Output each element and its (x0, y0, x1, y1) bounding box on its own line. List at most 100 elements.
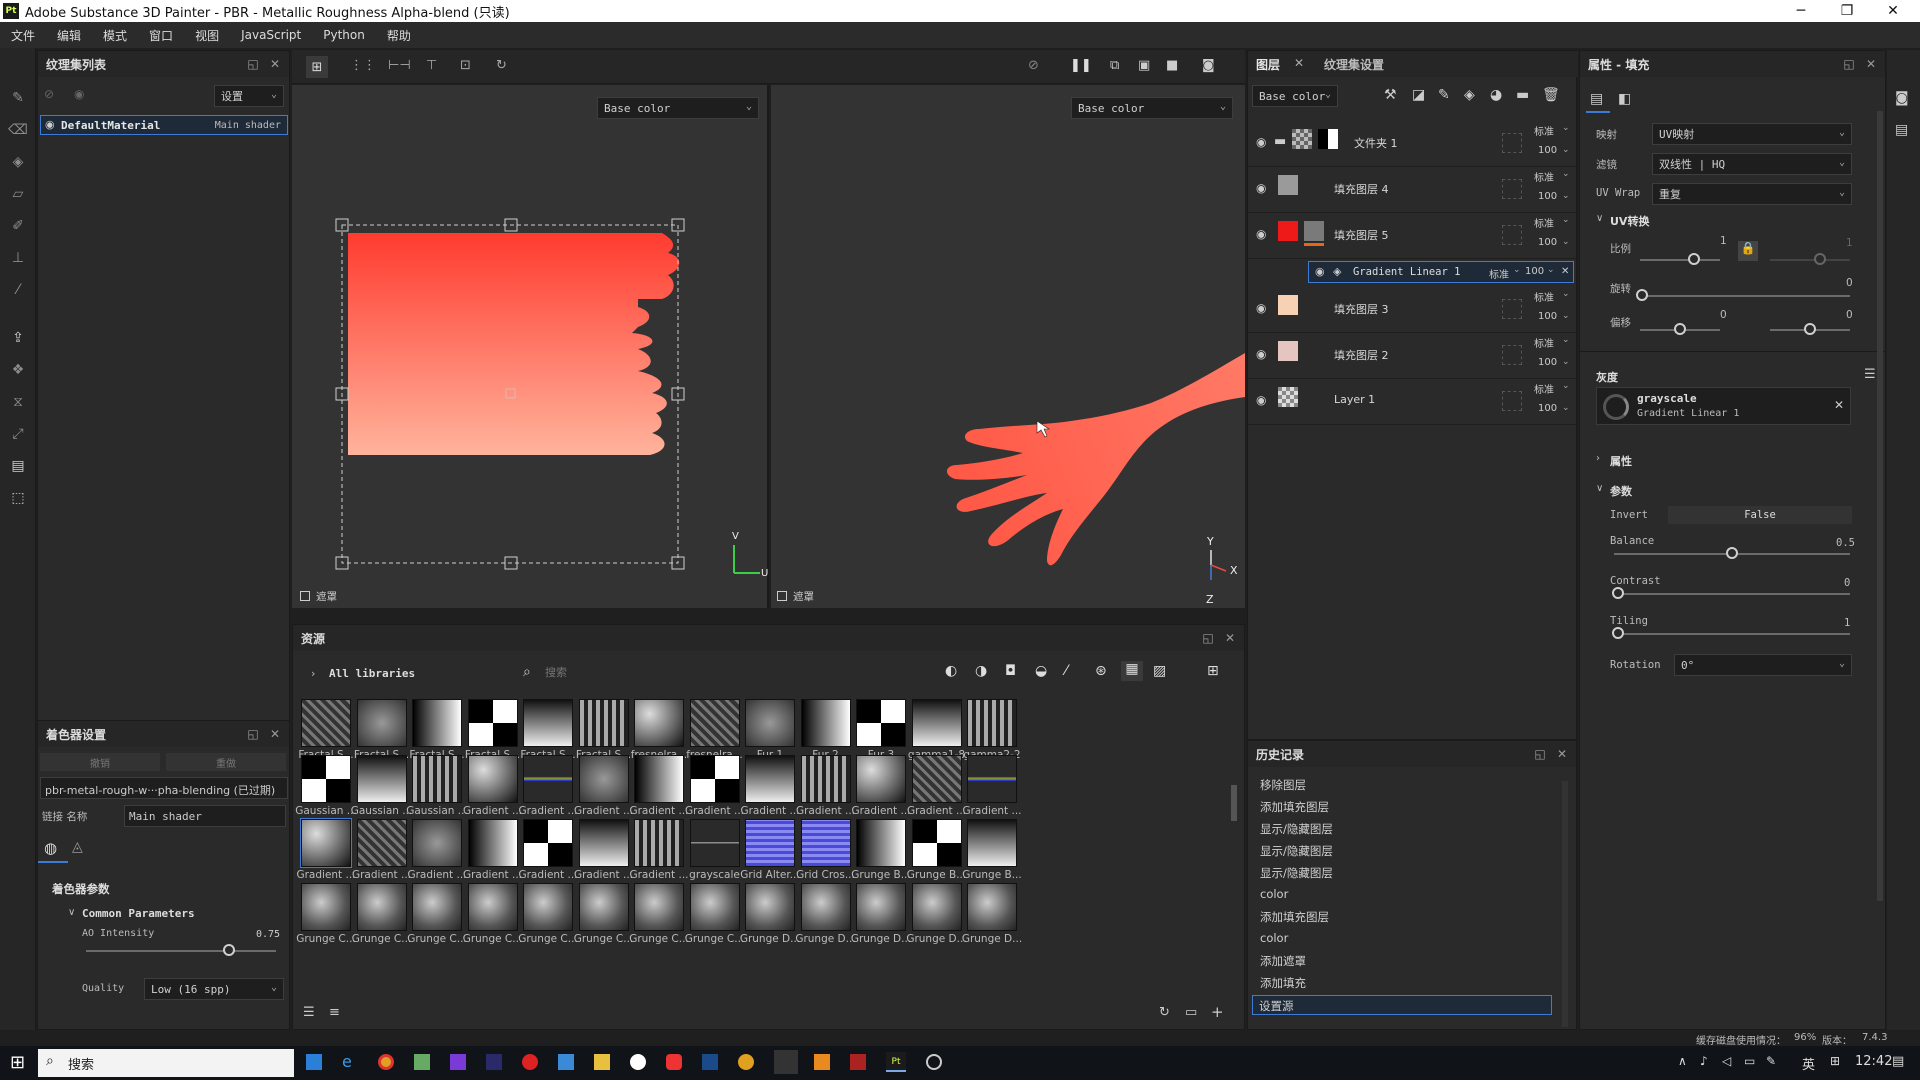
display-settings-icon[interactable]: ◙ (1895, 90, 1909, 106)
asset-thumbnail[interactable] (578, 819, 629, 867)
app-icon[interactable] (486, 1054, 502, 1070)
asset-thumbnail[interactable] (301, 883, 351, 931)
shader-name-input[interactable]: Main shader (124, 805, 286, 827)
library-selector[interactable]: All libraries (329, 667, 415, 680)
history-item[interactable]: 显示/隐藏图层 (1260, 843, 1333, 859)
grayscale-source-slot[interactable]: grayscale Gradient Linear 1 ✕ (1596, 387, 1851, 425)
blend-mode[interactable]: 标准 (1534, 381, 1554, 396)
history-item[interactable]: 添加填充图层 (1260, 799, 1329, 815)
history-item[interactable]: 移除图层 (1260, 777, 1306, 793)
invert-toggle[interactable]: False (1668, 506, 1852, 524)
asset-thumbnail[interactable] (412, 699, 462, 747)
blend-mode[interactable]: 标准 (1489, 266, 1509, 281)
history-item[interactable]: color (1260, 931, 1288, 945)
volume-icon[interactable]: ◁ (1722, 1054, 1731, 1068)
uv-transform-group[interactable]: UV转换 (1610, 213, 1649, 229)
asset-thumbnail[interactable] (523, 883, 573, 931)
uvwrap-dropdown[interactable]: 重复 ⌄ (1652, 183, 1852, 205)
remove-effect-icon[interactable]: ✕ (1561, 266, 1569, 277)
app-icon[interactable] (414, 1054, 430, 1070)
chevron-down-icon[interactable]: ⌄ (1562, 215, 1570, 225)
asset-thumbnail[interactable] (356, 819, 407, 867)
asset-thumbnail[interactable] (967, 699, 1017, 747)
asset-thumbnail[interactable] (301, 699, 351, 747)
asset-thumbnail[interactable] (911, 755, 962, 803)
filter-alpha-icon[interactable]: ⊛ (1095, 663, 1107, 679)
asset-thumbnail[interactable] (356, 699, 407, 747)
float-panel-icon[interactable]: ◱ (1841, 56, 1857, 72)
asset-thumbnail[interactable] (634, 699, 684, 747)
layer-channel-dropdown[interactable]: Base color ⌄ (1252, 85, 1338, 107)
ao-intensity-slider[interactable] (222, 944, 235, 956)
layer-name[interactable]: 填充图层 5 (1334, 227, 1389, 243)
effect-row[interactable]: ◉ ◈ Gradient Linear 1 标准 ⌄ 100 ⌄ ✕ (1308, 261, 1574, 283)
polygon-fill-icon[interactable]: ▱ (8, 184, 28, 204)
add-smart-material-icon[interactable]: ◕ (1490, 87, 1502, 103)
chevron-down-icon[interactable]: ⌄ (1562, 335, 1570, 345)
mask-checkbox-2d[interactable] (300, 591, 310, 601)
close-icon[interactable]: ✕ (1863, 56, 1879, 72)
eye-icon[interactable]: ◉ (1315, 265, 1325, 278)
add-folder-icon[interactable]: ▬ (1516, 87, 1529, 103)
close-window-button[interactable]: ✕ (1870, 0, 1916, 22)
effect-opacity[interactable]: 100 (1525, 266, 1544, 277)
asset-thumbnail[interactable] (967, 819, 1017, 867)
scale-value-2[interactable]: 1 (1846, 237, 1853, 249)
offset-value-2[interactable]: 0 (1846, 309, 1853, 321)
eye-icon[interactable]: ◉ (1256, 181, 1266, 195)
uv-viewport[interactable]: Base color ⌄ V U 遮罩 (292, 85, 769, 608)
asset-thumbnail[interactable] (467, 699, 518, 747)
rotate-slider[interactable] (1636, 289, 1648, 301)
shader-globe-icon[interactable]: ◍ (44, 839, 57, 857)
asset-thumbnail[interactable] (745, 699, 795, 747)
lock-icon[interactable]: 🔒 (1738, 241, 1758, 261)
eye-icon[interactable]: ◉ (1256, 347, 1266, 361)
chevron-down-icon[interactable]: ⌄ (1562, 403, 1570, 413)
history-item[interactable]: 显示/隐藏图层 (1260, 821, 1333, 837)
add-fill-layer-icon[interactable]: ◈ (1464, 87, 1475, 103)
asset-thumbnail[interactable] (800, 699, 851, 747)
balance-value[interactable]: 0.5 (1836, 537, 1855, 549)
blend-mode[interactable]: 标准 (1534, 169, 1554, 184)
chevron-down-icon[interactable]: ⌄ (1562, 237, 1570, 247)
chevron-down-icon[interactable]: ⌄ (1513, 265, 1521, 275)
add-effect-icon[interactable]: ⚒ (1384, 87, 1397, 103)
asset-thumbnail[interactable] (634, 883, 684, 931)
eye-icon[interactable]: ◉ (1256, 227, 1266, 241)
asset-thumbnail[interactable] (356, 883, 407, 931)
asset-thumbnail[interactable] (634, 819, 684, 867)
asset-thumbnail[interactable] (412, 755, 462, 803)
layer-opacity[interactable]: 100 (1538, 145, 1557, 156)
refresh-icon[interactable]: ↻ (1159, 1005, 1170, 1020)
tab-texture-set-settings[interactable]: 纹理集设置 (1324, 56, 1384, 73)
chevron-down-icon[interactable]: ⌄ (1562, 289, 1570, 299)
task-view-icon[interactable] (306, 1054, 322, 1070)
filter-material-icon[interactable]: ◐ (945, 663, 957, 679)
list-view-icon[interactable]: ≡ (329, 1005, 340, 1020)
add-frame-icon[interactable]: ⊡ (460, 58, 471, 73)
clock[interactable]: 12:42 (1855, 1054, 1892, 1069)
asset-thumbnail[interactable] (856, 883, 906, 931)
close-icon[interactable]: ✕ (267, 56, 283, 72)
scale-slider-2[interactable] (1814, 253, 1826, 265)
menu-help[interactable]: 帮助 (376, 27, 422, 44)
menu-mode[interactable]: 模式 (92, 27, 138, 44)
mask-icon[interactable]: ⧖ (8, 392, 28, 412)
filter-smart-material-icon[interactable]: ◑ (975, 663, 987, 679)
float-panel-icon[interactable]: ◱ (245, 56, 261, 72)
eye-icon[interactable]: ◉ (45, 118, 55, 131)
chevron-down-icon[interactable]: ⌄ (1562, 357, 1570, 367)
chrome-icon[interactable] (378, 1054, 394, 1070)
asset-thumbnail[interactable] (578, 755, 629, 803)
add-mask-icon[interactable]: ◪ (1412, 87, 1425, 103)
history-item[interactable]: 设置源 (1252, 995, 1552, 1015)
app-icon[interactable] (522, 1054, 538, 1070)
menu-javascript[interactable]: JavaScript (230, 28, 312, 42)
filter-mask-icon[interactable]: ◘ (1005, 663, 1016, 679)
chevron-down-icon[interactable]: ∨ (68, 907, 75, 918)
asset-thumbnail[interactable] (412, 883, 462, 931)
visibility-icon[interactable]: ◉ (74, 87, 84, 101)
camera-video-icon[interactable]: ■ (1166, 58, 1178, 73)
asset-thumbnail[interactable] (301, 755, 351, 803)
chevron-down-icon[interactable]: ⌄ (1562, 191, 1570, 201)
